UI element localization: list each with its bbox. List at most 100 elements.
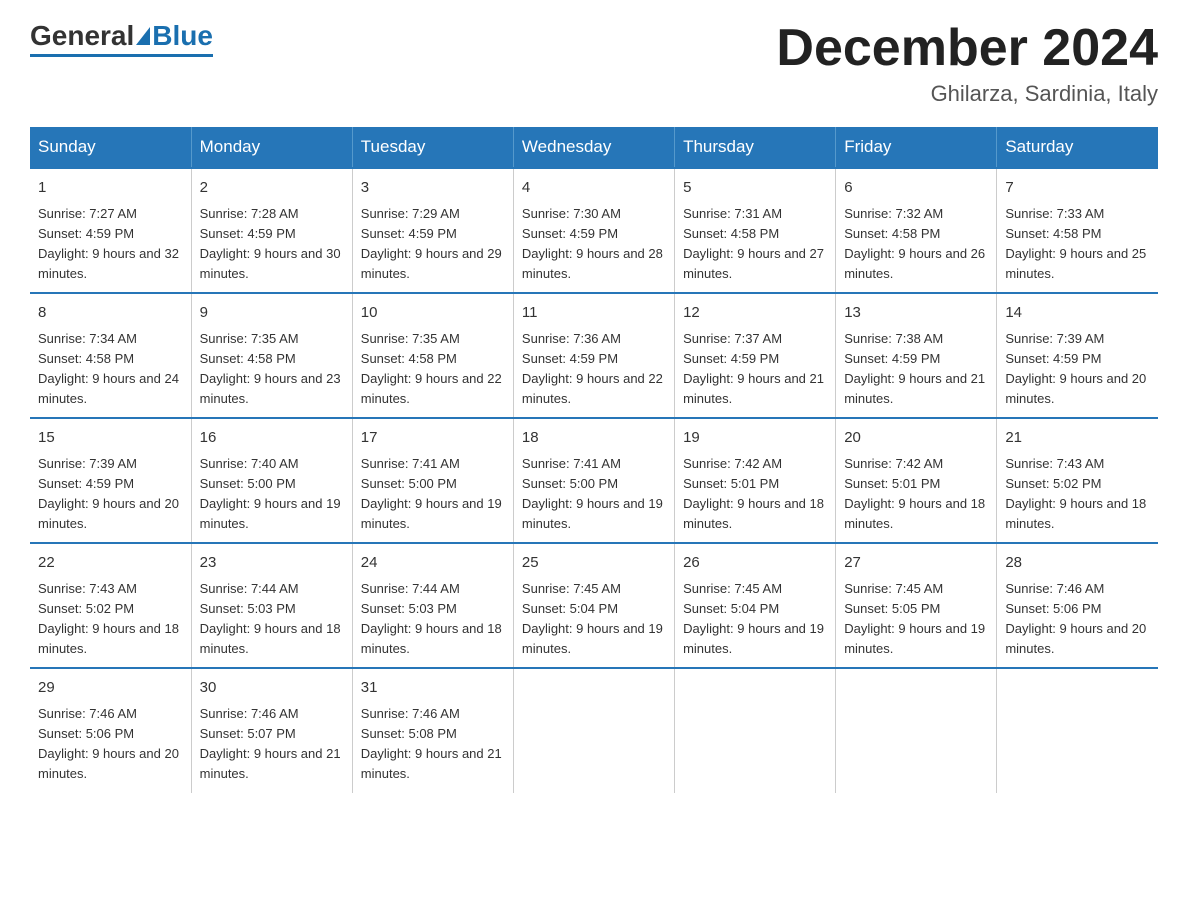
day-number: 19 [683,427,827,450]
calendar-cell [836,668,997,792]
weekday-header-friday: Friday [836,127,997,168]
weekday-header-sunday: Sunday [30,127,191,168]
day-number: 24 [361,552,505,575]
day-info: Sunrise: 7:40 AMSunset: 5:00 PMDaylight:… [200,454,344,535]
calendar-cell: 12Sunrise: 7:37 AMSunset: 4:59 PMDayligh… [675,293,836,418]
day-number: 17 [361,427,505,450]
calendar-week-row: 1Sunrise: 7:27 AMSunset: 4:59 PMDaylight… [30,168,1158,293]
calendar-table: SundayMondayTuesdayWednesdayThursdayFrid… [30,127,1158,792]
weekday-header-monday: Monday [191,127,352,168]
day-info: Sunrise: 7:42 AMSunset: 5:01 PMDaylight:… [844,454,988,535]
day-info: Sunrise: 7:43 AMSunset: 5:02 PMDaylight:… [1005,454,1150,535]
day-number: 27 [844,552,988,575]
day-number: 31 [361,677,505,700]
day-info: Sunrise: 7:46 AMSunset: 5:07 PMDaylight:… [200,704,344,785]
day-info: Sunrise: 7:46 AMSunset: 5:06 PMDaylight:… [38,704,183,785]
calendar-cell [997,668,1158,792]
day-number: 15 [38,427,183,450]
day-number: 12 [683,302,827,325]
day-number: 30 [200,677,344,700]
calendar-cell: 10Sunrise: 7:35 AMSunset: 4:58 PMDayligh… [352,293,513,418]
calendar-cell: 16 Sunrise: 7:40 AMSunset: 5:00 PMDayligh… [191,418,352,543]
calendar-cell: 3 Sunrise: 7:29 AMSunset: 4:59 PMDaylight… [352,168,513,293]
calendar-cell: 9 Sunrise: 7:35 AMSunset: 4:58 PMDaylight… [191,293,352,418]
day-number: 22 [38,552,183,575]
day-info: Sunrise: 7:45 AMSunset: 5:04 PMDaylight:… [522,579,666,660]
weekday-header-tuesday: Tuesday [352,127,513,168]
title-block: December 2024 Ghilarza, Sardinia, Italy [776,20,1158,107]
day-number: 28 [1005,552,1150,575]
day-number: 16 [200,427,344,450]
day-number: 7 [1005,177,1150,200]
month-title: December 2024 [776,20,1158,77]
calendar-cell: 4Sunrise: 7:30 AMSunset: 4:59 PMDaylight… [513,168,674,293]
day-number: 5 [683,177,827,200]
day-info: Sunrise: 7:33 AMSunset: 4:58 PMDaylight:… [1005,204,1150,285]
day-number: 26 [683,552,827,575]
day-info: Sunrise: 7:46 AMSunset: 5:06 PMDaylight:… [1005,579,1150,660]
day-number: 18 [522,427,666,450]
calendar-cell: 13 Sunrise: 7:38 AMSunset: 4:59 PMDayligh… [836,293,997,418]
day-info: Sunrise: 7:34 AMSunset: 4:58 PMDaylight:… [38,329,183,410]
day-number: 2 [200,177,344,200]
calendar-cell: 19 Sunrise: 7:42 AMSunset: 5:01 PMDayligh… [675,418,836,543]
calendar-cell: 26 Sunrise: 7:45 AMSunset: 5:04 PMDayligh… [675,543,836,668]
logo-text: General Blue [30,20,213,52]
day-info: Sunrise: 7:45 AMSunset: 5:05 PMDaylight:… [844,579,988,660]
logo-general-text: General [30,20,134,52]
logo-triangle-icon [136,27,150,45]
day-number: 9 [200,302,344,325]
day-info: Sunrise: 7:42 AMSunset: 5:01 PMDaylight:… [683,454,827,535]
day-number: 10 [361,302,505,325]
day-number: 21 [1005,427,1150,450]
day-info: Sunrise: 7:29 AMSunset: 4:59 PMDaylight:… [361,204,505,285]
calendar-cell: 7 Sunrise: 7:33 AMSunset: 4:58 PMDaylight… [997,168,1158,293]
day-number: 6 [844,177,988,200]
weekday-header-thursday: Thursday [675,127,836,168]
day-number: 8 [38,302,183,325]
weekday-header-wednesday: Wednesday [513,127,674,168]
calendar-cell: 8 Sunrise: 7:34 AMSunset: 4:58 PMDaylight… [30,293,191,418]
day-info: Sunrise: 7:31 AMSunset: 4:58 PMDaylight:… [683,204,827,285]
day-info: Sunrise: 7:38 AMSunset: 4:59 PMDaylight:… [844,329,988,410]
calendar-week-row: 29Sunrise: 7:46 AMSunset: 5:06 PMDayligh… [30,668,1158,792]
calendar-week-row: 8 Sunrise: 7:34 AMSunset: 4:58 PMDaylight… [30,293,1158,418]
day-info: Sunrise: 7:27 AMSunset: 4:59 PMDaylight:… [38,204,183,285]
day-info: Sunrise: 7:39 AMSunset: 4:59 PMDaylight:… [1005,329,1150,410]
day-info: Sunrise: 7:44 AMSunset: 5:03 PMDaylight:… [361,579,505,660]
day-info: Sunrise: 7:28 AMSunset: 4:59 PMDaylight:… [200,204,344,285]
calendar-cell: 5 Sunrise: 7:31 AMSunset: 4:58 PMDaylight… [675,168,836,293]
day-info: Sunrise: 7:36 AMSunset: 4:59 PMDaylight:… [522,329,666,410]
day-info: Sunrise: 7:41 AMSunset: 5:00 PMDaylight:… [522,454,666,535]
calendar-cell: 25 Sunrise: 7:45 AMSunset: 5:04 PMDayligh… [513,543,674,668]
calendar-cell: 22 Sunrise: 7:43 AMSunset: 5:02 PMDayligh… [30,543,191,668]
day-number: 14 [1005,302,1150,325]
calendar-cell: 20 Sunrise: 7:42 AMSunset: 5:01 PMDayligh… [836,418,997,543]
logo: General Blue [30,20,213,57]
calendar-cell [513,668,674,792]
day-info: Sunrise: 7:43 AMSunset: 5:02 PMDaylight:… [38,579,183,660]
day-number: 3 [361,177,505,200]
calendar-week-row: 15 Sunrise: 7:39 AMSunset: 4:59 PMDayligh… [30,418,1158,543]
day-number: 20 [844,427,988,450]
location-subtitle: Ghilarza, Sardinia, Italy [776,81,1158,107]
day-info: Sunrise: 7:39 AMSunset: 4:59 PMDaylight:… [38,454,183,535]
weekday-header-saturday: Saturday [997,127,1158,168]
day-info: Sunrise: 7:32 AMSunset: 4:58 PMDaylight:… [844,204,988,285]
calendar-cell: 27 Sunrise: 7:45 AMSunset: 5:05 PMDayligh… [836,543,997,668]
calendar-cell: 30 Sunrise: 7:46 AMSunset: 5:07 PMDayligh… [191,668,352,792]
calendar-cell: 31Sunrise: 7:46 AMSunset: 5:08 PMDayligh… [352,668,513,792]
day-number: 25 [522,552,666,575]
calendar-cell: 11Sunrise: 7:36 AMSunset: 4:59 PMDayligh… [513,293,674,418]
day-number: 13 [844,302,988,325]
day-info: Sunrise: 7:35 AMSunset: 4:58 PMDaylight:… [200,329,344,410]
calendar-cell: 15 Sunrise: 7:39 AMSunset: 4:59 PMDayligh… [30,418,191,543]
day-number: 23 [200,552,344,575]
day-info: Sunrise: 7:30 AMSunset: 4:59 PMDaylight:… [522,204,666,285]
calendar-week-row: 22 Sunrise: 7:43 AMSunset: 5:02 PMDayligh… [30,543,1158,668]
day-info: Sunrise: 7:45 AMSunset: 5:04 PMDaylight:… [683,579,827,660]
calendar-cell [675,668,836,792]
calendar-cell: 24 Sunrise: 7:44 AMSunset: 5:03 PMDayligh… [352,543,513,668]
logo-blue-text: Blue [152,20,213,52]
calendar-cell: 23Sunrise: 7:44 AMSunset: 5:03 PMDayligh… [191,543,352,668]
